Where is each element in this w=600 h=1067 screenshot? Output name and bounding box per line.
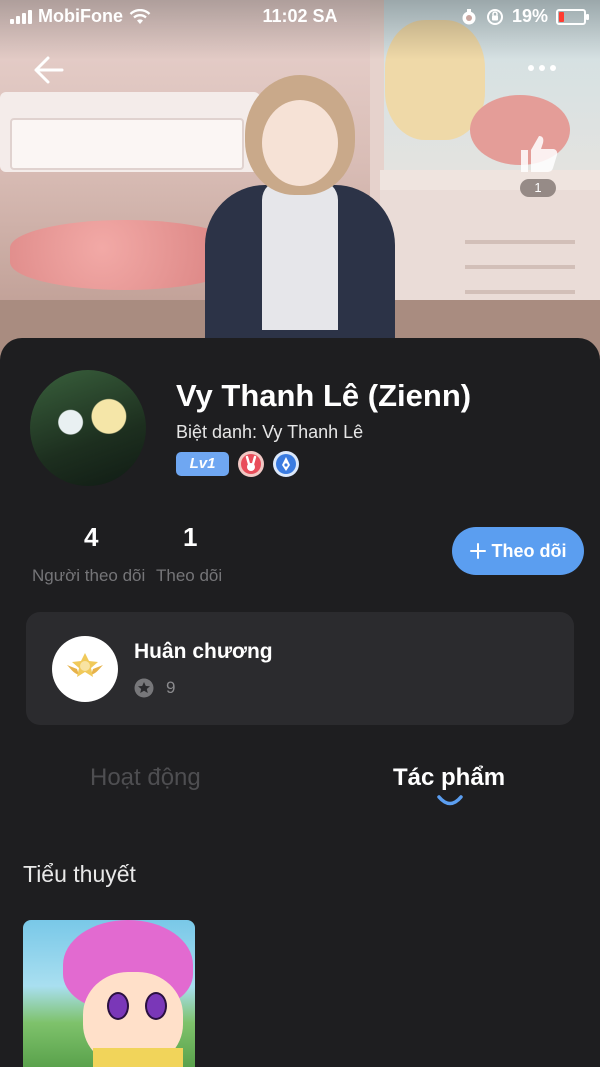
- back-button[interactable]: [30, 52, 66, 88]
- medal-icon: [52, 636, 118, 702]
- like-button[interactable]: [513, 128, 563, 180]
- novel-cover[interactable]: [23, 920, 195, 1067]
- medals-count-row: 9: [134, 678, 175, 698]
- cover-image: [0, 0, 600, 360]
- followers-label[interactable]: Người theo dõi: [32, 566, 145, 586]
- profile-nickname: Biệt danh: Vy Thanh Lê: [176, 422, 364, 442]
- level-badge[interactable]: Lv1: [176, 452, 229, 476]
- like-count: 1: [520, 179, 556, 197]
- medals-title: Huân chương: [134, 640, 273, 663]
- pen-badge-icon[interactable]: [273, 451, 299, 477]
- avatar[interactable]: [30, 370, 146, 486]
- novels-section-title: Tiểu thuyết: [23, 861, 136, 887]
- ring-mode-icon: [462, 8, 476, 24]
- tab-works[interactable]: Tác phẩm: [393, 764, 505, 792]
- active-tab-indicator: [437, 795, 463, 806]
- tab-activity[interactable]: Hoạt động: [90, 764, 201, 792]
- battery-icon: [556, 8, 589, 25]
- battery-percent: 19%: [511, 6, 548, 26]
- star-badge-icon: [134, 678, 154, 698]
- plus-icon: [469, 543, 486, 559]
- thumbs-up-icon: [521, 136, 558, 172]
- dot-icon: [550, 65, 556, 71]
- follow-button[interactable]: Theo dõi: [452, 527, 584, 575]
- rabbit-badge-icon[interactable]: [238, 451, 264, 477]
- dot-icon: [528, 65, 534, 71]
- dot-icon: [539, 65, 545, 71]
- back-arrow-icon: [34, 56, 64, 84]
- profile-name: Vy Thanh Lê (Zienn): [176, 378, 472, 413]
- status-bar: MobiFone 11:02 SA 19%: [0, 0, 600, 34]
- medals-count: 9: [166, 678, 176, 697]
- follow-button-label: Theo dõi: [491, 540, 567, 561]
- badge-row: Lv1: [176, 451, 299, 477]
- more-options-button[interactable]: [528, 58, 568, 78]
- following-label[interactable]: Theo dõi: [156, 566, 222, 586]
- rotation-lock-icon: [486, 8, 503, 25]
- followers-count[interactable]: 4: [84, 522, 98, 553]
- medals-card[interactable]: Huân chương 9: [26, 612, 574, 725]
- following-count[interactable]: 1: [183, 522, 197, 553]
